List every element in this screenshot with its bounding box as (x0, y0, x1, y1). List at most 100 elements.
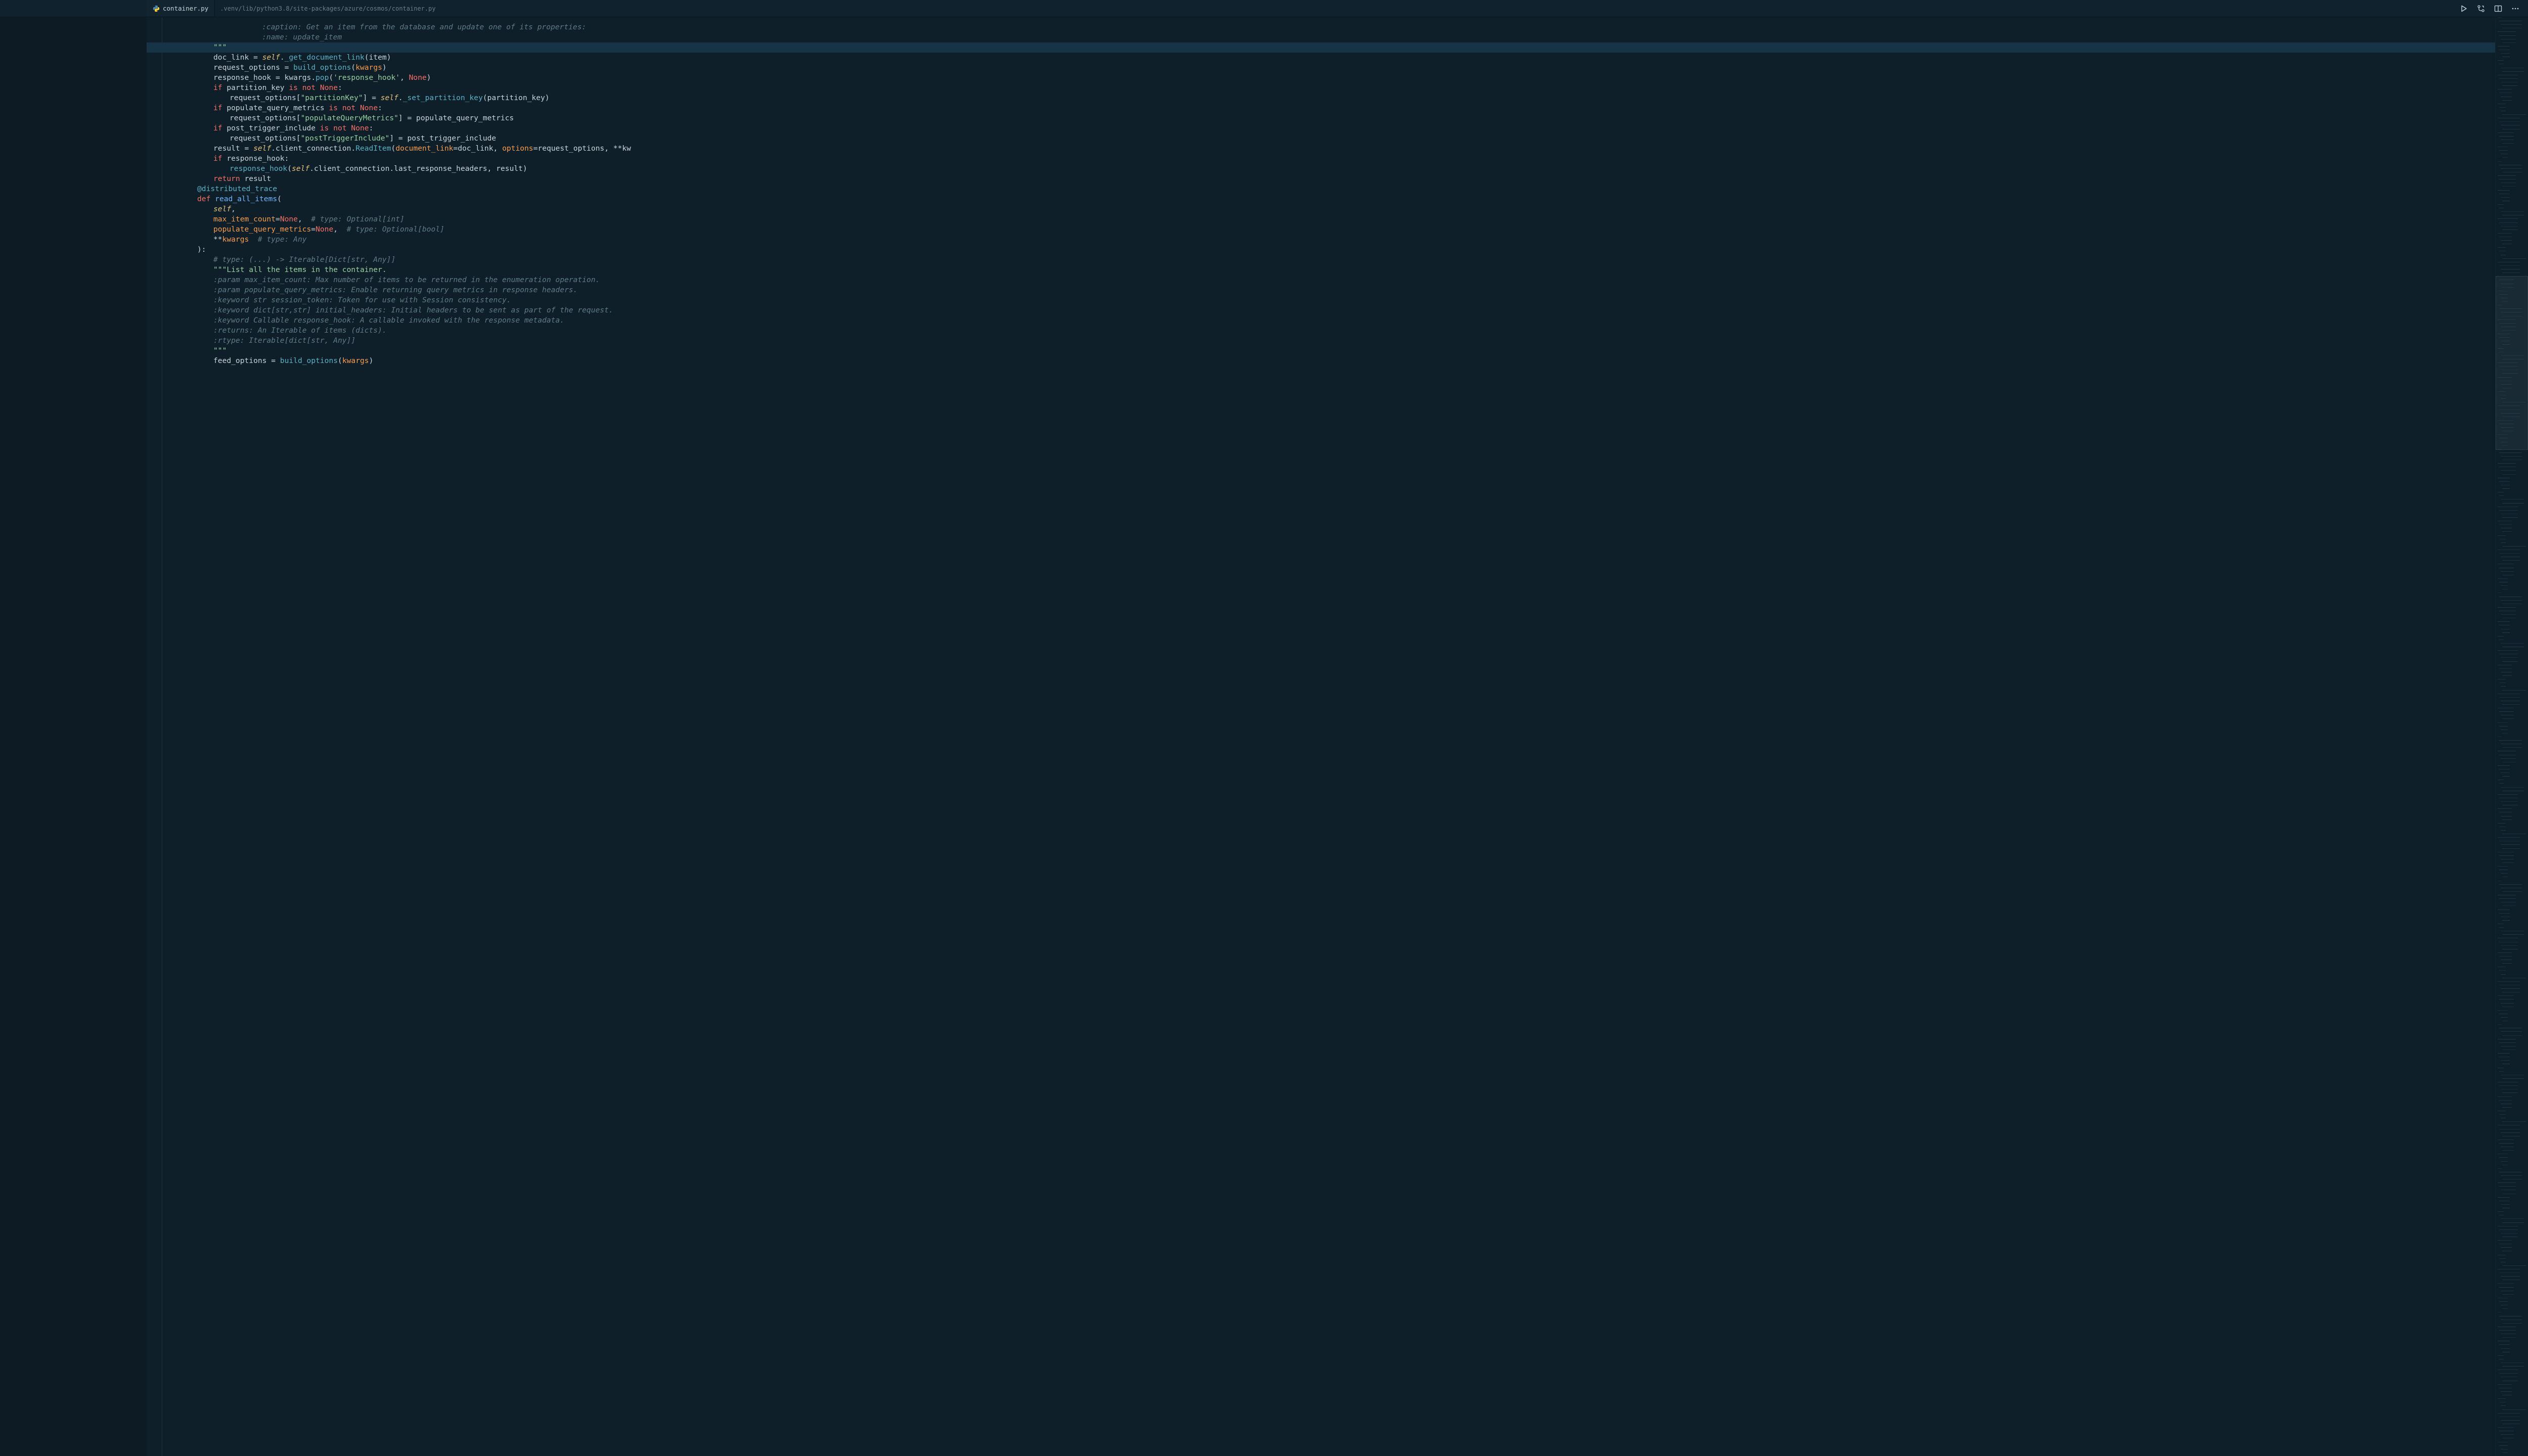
code-line[interactable]: :returns: An Iterable of items (dicts). (165, 326, 2495, 336)
minimap-line (2502, 920, 2510, 921)
minimap-line (2502, 1294, 2514, 1295)
code-line[interactable]: request_options["postTriggerInclude"] = … (165, 133, 2495, 144)
code-line[interactable]: @distributed_trace (165, 184, 2495, 194)
minimap-line (2501, 1175, 2522, 1176)
minimap-line (2498, 837, 2520, 838)
code-line[interactable]: if partition_key is not None: (165, 83, 2495, 93)
minimap-line (2501, 1233, 2518, 1234)
minimap-line (2498, 607, 2516, 608)
minimap-line (2499, 855, 2514, 856)
minimap-line (2498, 981, 2520, 982)
code-line[interactable]: result = self.client_connection.ReadItem… (165, 144, 2495, 154)
code-line[interactable]: """List all the items in the container. (165, 265, 2495, 275)
minimap-line (2501, 1405, 2506, 1406)
minimap-line (2499, 1287, 2514, 1288)
minimap-line (2502, 373, 2518, 374)
minimap-line (2498, 60, 2504, 61)
minimap-line (2498, 952, 2512, 953)
code-line[interactable]: :param populate_query_metrics: Enable re… (165, 285, 2495, 295)
code-line[interactable]: request_options["partitionKey"] = self._… (165, 93, 2495, 103)
minimap-line (2501, 1161, 2508, 1162)
minimap-line (2499, 366, 2518, 367)
split-editor-icon[interactable] (2494, 4, 2503, 13)
code-line[interactable]: response_hook = kwargs.pop('response_hoo… (165, 73, 2495, 83)
minimap-line (2502, 1265, 2526, 1266)
code-line[interactable]: :param max_item_count: Max number of ite… (165, 275, 2495, 285)
code-area[interactable]: :caption: Get an item from the database … (165, 17, 2495, 1456)
code-line[interactable]: doc_link = self._get_document_link(item) (165, 53, 2495, 63)
minimap-line (2498, 204, 2504, 205)
minimap-line (2499, 1373, 2518, 1374)
minimap-line (2502, 546, 2526, 547)
minimap-line (2502, 517, 2518, 518)
code-line[interactable]: ): (165, 245, 2495, 255)
minimap-line (2501, 830, 2506, 831)
minimap-line (2502, 143, 2514, 144)
minimap-line (2498, 650, 2518, 651)
code-line[interactable]: :keyword Callable response_hook: A calla… (165, 315, 2495, 326)
code-line[interactable]: :keyword str session_token: Token for us… (165, 295, 2495, 305)
minimap-line (2499, 553, 2520, 554)
minimap-line (2501, 1420, 2520, 1421)
minimap-line (2498, 1398, 2506, 1399)
minimap-line (2499, 711, 2514, 712)
minimap-line (2501, 643, 2524, 644)
minimap-line (2501, 801, 2518, 802)
code-line[interactable]: self, (165, 204, 2495, 214)
run-icon[interactable] (2459, 4, 2468, 13)
minimap[interactable] (2495, 17, 2528, 1456)
minimap-line (2499, 121, 2520, 122)
minimap-line (2498, 391, 2506, 392)
minimap-line (2499, 740, 2522, 741)
code-line[interactable]: request_options = build_options(kwargs) (165, 63, 2495, 73)
code-line[interactable]: request_options["populateQueryMetrics"] … (165, 113, 2495, 123)
minimap-line (2499, 1258, 2506, 1259)
minimap-line (2501, 1218, 2524, 1219)
minimap-line (2499, 265, 2520, 266)
minimap-line (2499, 524, 2512, 525)
code-line[interactable]: """ (165, 42, 2495, 53)
code-line[interactable]: feed_options = build_options(kwargs) (165, 356, 2495, 366)
breadcrumb[interactable]: .venv/lib/python3.8/site-packages/azure/… (215, 0, 440, 17)
code-line[interactable]: :rtype: Iterable[dict[str, Any]] (165, 336, 2495, 346)
minimap-line (2502, 776, 2510, 777)
code-line[interactable]: if post_trigger_include is not None: (165, 123, 2495, 133)
code-line[interactable]: :caption: Get an item from the database … (165, 22, 2495, 32)
minimap-line (2498, 434, 2508, 435)
code-line[interactable]: **kwargs # type: Any (165, 235, 2495, 245)
code-line[interactable]: populate_query_metrics=None, # type: Opt… (165, 224, 2495, 235)
code-line[interactable]: response_hook(self.client_connection.las… (165, 164, 2495, 174)
editor-workspace: container.py .venv/lib/python3.8/site-pa… (0, 0, 2528, 1456)
code-line[interactable]: if response_hook: (165, 154, 2495, 164)
more-icon[interactable] (2511, 4, 2520, 13)
minimap-line (2502, 330, 2516, 331)
minimap-line (2498, 1024, 2502, 1025)
code[interactable]: :caption: Get an item from the database … (165, 17, 2495, 378)
minimap-line (2501, 413, 2520, 414)
minimap-line (2502, 848, 2520, 849)
code-line[interactable]: """ (165, 346, 2495, 356)
code-line[interactable]: max_item_count=None, # type: Optional[in… (165, 214, 2495, 224)
minimap-line (2501, 1060, 2510, 1061)
tab-container-py[interactable]: container.py (147, 0, 215, 17)
minimap-line (2501, 945, 2518, 946)
source-control-compare-icon[interactable] (2476, 4, 2486, 13)
minimap-line (2498, 190, 2510, 191)
minimap-line (2501, 355, 2524, 356)
minimap-line (2499, 78, 2518, 79)
code-line[interactable]: return result (165, 174, 2495, 184)
minimap-line (2502, 301, 2508, 302)
code-line[interactable]: # type: (...) -> Iterable[Dict[str, Any]… (165, 255, 2495, 265)
code-line[interactable]: :name: update_item (165, 32, 2495, 42)
code-line[interactable]: :keyword dict[str,str] initial_headers: … (165, 305, 2495, 315)
minimap-line (2499, 884, 2522, 885)
gutter-highlight (147, 42, 165, 53)
minimap-line (2498, 1168, 2502, 1169)
code-line[interactable]: def read_all_items( (165, 194, 2495, 204)
minimap-line (2498, 578, 2508, 579)
minimap-line (2502, 445, 2508, 446)
minimap-line (2499, 1085, 2518, 1086)
code-line[interactable]: if populate_query_metrics is not None: (165, 103, 2495, 113)
minimap-line (2502, 747, 2522, 748)
minimap-line (2501, 456, 2522, 457)
